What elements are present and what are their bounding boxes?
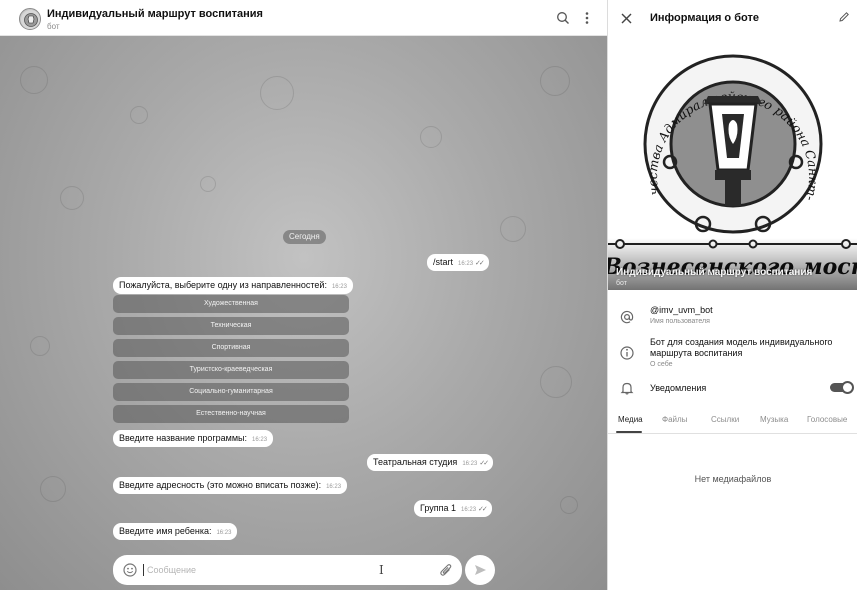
tab-files[interactable]: Файлы xyxy=(662,415,687,424)
read-check-icon: ✓✓ xyxy=(479,460,489,467)
message-composer: I xyxy=(113,555,462,585)
keyboard-button[interactable]: Туристско-краеведческая xyxy=(113,361,349,379)
bot-username[interactable]: @imv_uvm_bot xyxy=(650,305,713,315)
message-incoming[interactable]: Пожалуйста, выберите одну из направленно… xyxy=(113,277,353,294)
chat-panel: Индивидуальный маршрут воспитания бот Се… xyxy=(0,0,607,590)
username-label: Имя пользователя xyxy=(650,318,710,325)
text-cursor-icon: I xyxy=(379,563,384,577)
about-text-line2: маршрута воспитания xyxy=(650,348,743,358)
tab-links[interactable]: Ссылки xyxy=(711,415,739,424)
message-text: Пожалуйста, выберите одну из направленно… xyxy=(119,280,327,290)
message-time: 16:23 xyxy=(216,530,232,536)
doodle-decoration xyxy=(500,216,526,242)
about-text-line1: Бот для создания модель индивидуального xyxy=(650,337,833,347)
message-outgoing[interactable]: Группа 1 16:23 ✓✓ xyxy=(414,500,492,517)
info-header: Информация о боте xyxy=(608,0,857,38)
tab-media[interactable]: Медиа xyxy=(618,415,643,424)
keyboard-button[interactable]: Техническая xyxy=(113,317,349,335)
doodle-decoration xyxy=(130,106,148,124)
doodle-decoration xyxy=(540,366,572,398)
chat-header[interactable]: Индивидуальный маршрут воспитания бот xyxy=(0,0,607,36)
doodle-decoration xyxy=(30,336,50,356)
message-text: Введите имя ребенка: xyxy=(119,526,212,536)
info-icon xyxy=(620,346,634,360)
keyboard-button[interactable]: Социально-гуманитарная xyxy=(113,383,349,401)
emoji-icon[interactable] xyxy=(123,563,137,577)
tab-music[interactable]: Музыка xyxy=(760,415,788,424)
doodle-decoration xyxy=(540,66,570,96)
cover-gradient xyxy=(608,238,857,290)
about-label: О себе xyxy=(650,361,673,368)
doodle-decoration xyxy=(40,476,66,502)
doodle-decoration xyxy=(20,66,48,94)
text-caret xyxy=(143,564,144,576)
message-input[interactable] xyxy=(147,562,417,578)
keyboard-button[interactable]: Спортивная xyxy=(113,339,349,357)
tab-voice[interactable]: Голосовые xyxy=(807,415,847,424)
bell-icon xyxy=(620,382,634,395)
empty-media-text: Нет медиафайлов xyxy=(694,474,772,484)
message-time: 16:23 xyxy=(331,284,347,290)
doodle-decoration xyxy=(420,126,442,148)
media-tabs: Медиа Файлы Ссылки Музыка Голосовые xyxy=(608,410,857,434)
chat-background xyxy=(0,36,607,590)
doodle-decoration xyxy=(560,496,578,514)
message-incoming[interactable]: Введите имя ребенка: 16:23 xyxy=(113,523,238,540)
message-time: 16:23 xyxy=(252,437,268,443)
send-icon xyxy=(475,565,486,575)
read-check-icon: ✓✓ xyxy=(475,260,485,267)
close-icon[interactable] xyxy=(621,13,632,24)
date-separator: Сегодня xyxy=(283,230,326,244)
message-time: 16:23 xyxy=(461,507,477,513)
notifications-label: Уведомления xyxy=(650,383,707,393)
edit-icon[interactable] xyxy=(838,11,850,23)
active-tab-indicator xyxy=(616,431,642,433)
message-time: 16:23 xyxy=(462,461,478,467)
message-time: 16:23 xyxy=(458,261,474,267)
keyboard-button[interactable]: Художественная xyxy=(113,295,349,313)
keyboard-button[interactable]: Естественно-научная xyxy=(113,405,349,423)
message-text: Группа 1 xyxy=(420,503,457,513)
message-outgoing[interactable]: Театральная студия 16:23 ✓✓ xyxy=(367,454,494,471)
more-vertical-icon[interactable] xyxy=(582,11,592,25)
message-incoming[interactable]: Введите название программы: 16:23 xyxy=(113,430,274,447)
toggle-knob xyxy=(841,381,854,394)
bot-name: Индивидуальный маршрут воспитания xyxy=(616,267,813,278)
info-title: Информация о боте xyxy=(650,12,759,24)
bot-info-panel: Информация о боте Дворец творчества Адми… xyxy=(607,0,857,590)
bot-avatar[interactable] xyxy=(19,8,41,30)
doodle-decoration xyxy=(260,76,294,110)
send-button[interactable] xyxy=(465,555,495,585)
message-text: /start xyxy=(433,257,454,267)
read-check-icon: ✓✓ xyxy=(478,506,488,513)
message-text: Театральная студия xyxy=(373,457,458,467)
doodle-decoration xyxy=(60,186,84,210)
message-time: 16:23 xyxy=(326,484,342,490)
chat-title[interactable]: Индивидуальный маршрут воспитания xyxy=(47,8,263,20)
chat-subtitle: бот xyxy=(47,22,60,31)
message-text: Введите адресность (это можно вписать по… xyxy=(119,480,322,490)
at-sign-icon xyxy=(620,310,634,324)
doodle-decoration xyxy=(200,176,216,192)
search-icon[interactable] xyxy=(556,11,570,25)
bot-type-label: бот xyxy=(616,280,627,287)
message-outgoing[interactable]: /start 16:23 ✓✓ xyxy=(427,254,489,271)
message-incoming[interactable]: Введите адресность (это можно вписать по… xyxy=(113,477,348,494)
bot-cover-image[interactable]: Дворец творчества Адмиралтейского района… xyxy=(608,38,857,290)
message-text: Введите название программы: xyxy=(119,433,248,443)
attach-icon[interactable] xyxy=(439,563,453,577)
notifications-toggle[interactable] xyxy=(830,381,854,394)
